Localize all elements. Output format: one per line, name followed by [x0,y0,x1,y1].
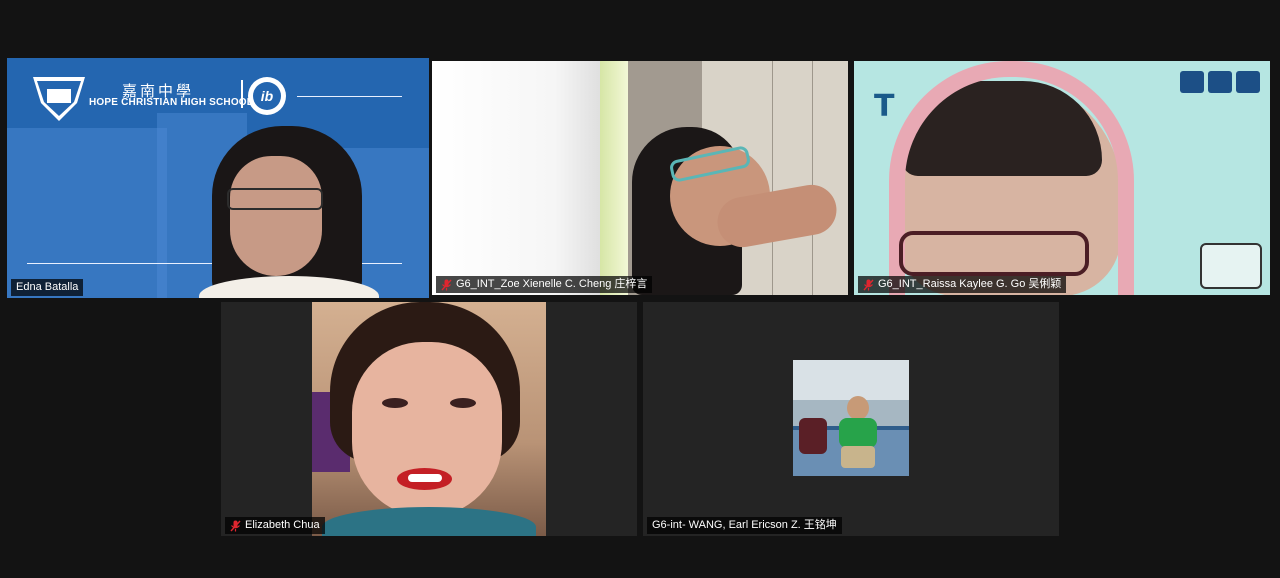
participant-tile-zoe-cheng[interactable]: G6_INT_Zoe Xienelle C. Cheng 庄梓言 [432,61,848,295]
participant-face [352,342,502,517]
participant-name: Edna Batalla [16,281,79,293]
muted-mic-icon [230,520,241,532]
participant-video: 嘉南中學 HOPE CHRISTIAN HIGH SCHOOL ib [7,58,429,298]
participant-name: Elizabeth Chua [245,519,320,531]
participant-tile-elizabeth-chua[interactable]: Elizabeth Chua [221,302,637,536]
participant-name-label: G6-int- WANG, Earl Ericson Z. 王铭坤 [647,517,842,534]
participant-name: G6-int- WANG, Earl Ericson Z. 王铭坤 [652,519,837,531]
participant-video: T [854,61,1270,295]
participant-name-label: Edna Batalla [11,279,84,296]
muted-mic-icon [863,279,874,291]
participant-tile-edna-batalla[interactable]: 嘉南中學 HOPE CHRISTIAN HIGH SCHOOL ib Edna … [7,58,429,298]
participant-glasses [899,231,1089,276]
participant-name: G6_INT_Zoe Xienelle C. Cheng 庄梓言 [456,278,648,290]
participant-name: G6_INT_Raissa Kaylee G. Go 吴俐颖 [878,278,1062,290]
school-name-english: HOPE CHRISTIAN HIGH SCHOOL [89,97,254,108]
participant-name-label: G6_INT_Zoe Xienelle C. Cheng 庄梓言 [436,276,653,293]
participant-name-label: G6_INT_Raissa Kaylee G. Go 吴俐颖 [858,276,1067,293]
participant-video [432,61,848,295]
muted-mic-icon [441,279,452,291]
participant-profile-picture [793,360,909,476]
logo-divider [241,80,243,108]
participant-name-label: Elizabeth Chua [225,517,325,534]
participant-glasses [227,188,323,210]
decorative-line [297,96,402,97]
background-text-decoration: T [874,89,895,124]
school-crest-logo [33,77,85,121]
participant-video [312,302,546,536]
ib-logo: ib [248,77,286,115]
participant-face [230,156,322,276]
participant-tile-earl-wang[interactable]: G6-int- WANG, Earl Ericson Z. 王铭坤 [643,302,1059,536]
background-logos [1180,71,1260,93]
participant-tile-raissa-go[interactable]: T G6_INT_Raissa Kaylee G. Go 吴俐颖 [854,61,1270,295]
books-sticker [1200,243,1262,289]
